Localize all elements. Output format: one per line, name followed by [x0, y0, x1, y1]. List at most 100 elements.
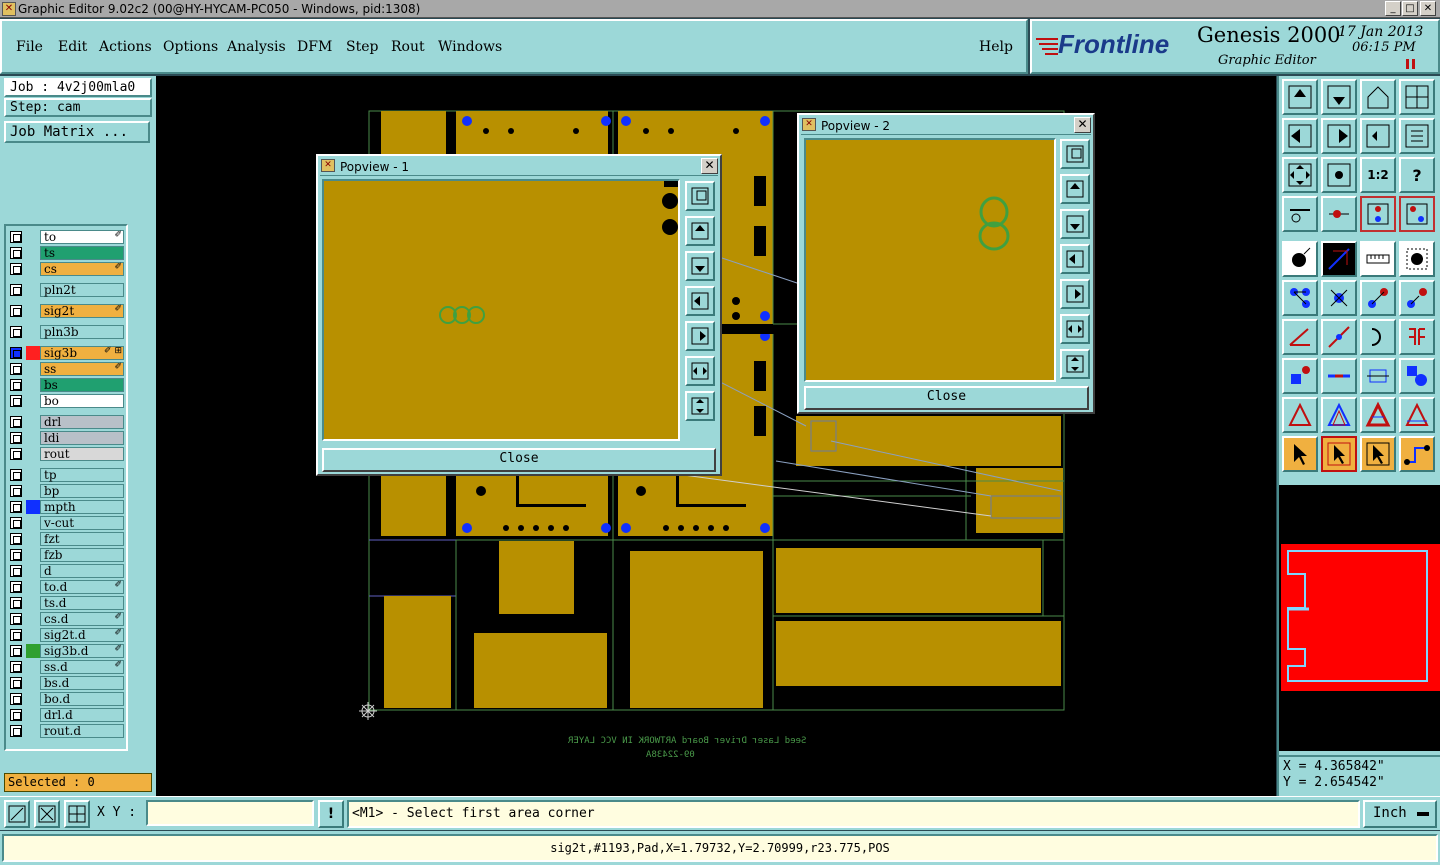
layer-row-bo.d[interactable]: bo.d — [8, 692, 126, 706]
measure-distance-icon[interactable] — [1360, 358, 1396, 394]
layer-name[interactable]: drl.d — [40, 708, 124, 722]
layer-row-mpth[interactable]: mpth — [8, 500, 126, 514]
close-window-button[interactable]: ✕ — [1420, 1, 1436, 16]
layer-name[interactable]: bo — [40, 394, 124, 408]
layer-name[interactable]: cs — [40, 262, 124, 276]
layer-checkbox[interactable] — [10, 677, 22, 689]
job-matrix-button[interactable]: Job Matrix ... — [4, 121, 150, 143]
layer-checkbox[interactable] — [10, 263, 22, 275]
layer-name[interactable]: d — [40, 564, 124, 578]
layer-row-ts.d[interactable]: ts.d — [8, 596, 126, 610]
connect-nodes-icon[interactable] — [1282, 280, 1318, 316]
popview-1-pan-right-icon[interactable] — [685, 321, 715, 351]
layer-row-rout[interactable]: rout — [8, 447, 126, 461]
triangle-blue-icon[interactable] — [1321, 397, 1357, 433]
popview-1-fit-vertical-icon[interactable] — [685, 391, 715, 421]
pad-select-icon[interactable] — [1282, 358, 1318, 394]
line-split-icon[interactable] — [1321, 358, 1357, 394]
layer-row-fzb[interactable]: fzb — [8, 548, 126, 562]
mirror-icon[interactable] — [1360, 118, 1396, 154]
popview-2-window[interactable]: Popview - 2 ✕ ✕ Close — [797, 113, 1095, 414]
angle-icon[interactable] — [1282, 319, 1318, 355]
ruler-icon[interactable] — [1360, 241, 1396, 277]
extend-node-icon[interactable] — [1399, 280, 1435, 316]
pointer-box-icon[interactable] — [1360, 436, 1396, 472]
layer-checkbox[interactable] — [10, 247, 22, 259]
menu-analysis[interactable]: Analysis — [227, 39, 286, 55]
layer-row-sig3b[interactable]: sig3b ✐ ⊞ — [8, 346, 126, 360]
layer-name[interactable]: pln3b — [40, 325, 124, 339]
layer-checkbox[interactable] — [10, 284, 22, 296]
layer-row-drl[interactable]: drl — [8, 415, 126, 429]
menu-dfm[interactable]: DFM — [297, 39, 332, 55]
layer-checkbox[interactable] — [10, 363, 22, 375]
layer-checkbox[interactable] — [10, 469, 22, 481]
add-feature-icon[interactable] — [1282, 241, 1318, 277]
popview-2-zoom-icon[interactable] — [1060, 139, 1090, 169]
shapes-icon[interactable] — [1399, 358, 1435, 394]
layer-row-bs.d[interactable]: bs.d — [8, 676, 126, 690]
warning-button[interactable]: ! — [318, 800, 344, 828]
popview-2-pan-up-icon[interactable] — [1060, 174, 1090, 204]
layer-name[interactable]: ss — [40, 362, 124, 376]
xy-input[interactable] — [146, 800, 314, 826]
layer-checkbox[interactable] — [10, 501, 22, 513]
layer-row-ss[interactable]: ss ✐ — [8, 362, 126, 376]
menu-windows[interactable]: Windows — [438, 39, 502, 55]
layer-checkbox[interactable] — [10, 661, 22, 673]
menu-rout[interactable]: Rout — [391, 39, 425, 55]
layer-name[interactable]: ss.d — [40, 660, 124, 674]
route-icon[interactable] — [1399, 436, 1435, 472]
layer-row-tp[interactable]: tp — [8, 468, 126, 482]
layer-row-sig3b.d[interactable]: sig3b.d ✐ — [8, 644, 126, 658]
grid-icon[interactable] — [64, 800, 90, 828]
layer-name[interactable]: bp — [40, 484, 124, 498]
measure-tools-icon[interactable] — [1282, 196, 1318, 232]
layer-checkbox[interactable] — [10, 326, 22, 338]
layer-checkbox[interactable] — [10, 517, 22, 529]
layer-checkbox[interactable] — [10, 581, 22, 593]
layer-checkbox[interactable] — [10, 629, 22, 641]
menu-file[interactable]: File — [16, 39, 43, 55]
menu-options[interactable]: Options — [163, 39, 218, 55]
layer-row-rout.d[interactable]: rout.d — [8, 724, 126, 738]
layer-checkbox[interactable] — [10, 485, 22, 497]
popview-2-pan-left-icon[interactable] — [1060, 244, 1090, 274]
layer-name[interactable]: sig2t.d — [40, 628, 124, 642]
layer-row-ts[interactable]: ts — [8, 246, 126, 260]
layer-checkbox[interactable] — [10, 432, 22, 444]
pan-right-icon[interactable] — [1321, 118, 1357, 154]
pad-icon[interactable] — [1399, 241, 1435, 277]
redraw-icon[interactable] — [1399, 118, 1435, 154]
popview-2-close-button[interactable]: Close — [804, 386, 1089, 410]
triangle-icon[interactable] — [1282, 397, 1318, 433]
snap-icon[interactable] — [1321, 196, 1357, 232]
popview-1-zoom-icon[interactable] — [685, 181, 715, 211]
slope-icon[interactable] — [1321, 319, 1357, 355]
layer-name[interactable]: rout — [40, 447, 124, 461]
layer-name[interactable]: v-cut — [40, 516, 124, 530]
minimize-button[interactable]: _ — [1385, 1, 1401, 16]
layer-name[interactable]: sig3b.d — [40, 644, 124, 658]
layer-row-pln3b[interactable]: pln3b — [8, 325, 126, 339]
layer-name[interactable]: ts.d — [40, 596, 124, 610]
popview-1-window[interactable]: Popview - 1 ✕ ✕ Close — [316, 154, 722, 476]
triangle-fill-icon[interactable] — [1360, 397, 1396, 433]
layer-row-drl.d[interactable]: drl.d — [8, 708, 126, 722]
zoom-down-icon[interactable] — [1321, 79, 1357, 115]
layer-checkbox[interactable] — [10, 613, 22, 625]
popview-1-fit-horizontal-icon[interactable] — [685, 356, 715, 386]
layer-row-sig2t.d[interactable]: sig2t.d ✐ — [8, 628, 126, 642]
layer-name[interactable]: bo.d — [40, 692, 124, 706]
popview-2-pan-down-icon[interactable] — [1060, 209, 1090, 239]
layer-checkbox[interactable] — [10, 533, 22, 545]
layer-name[interactable]: ldi — [40, 431, 124, 445]
layer-checkbox[interactable] — [10, 347, 22, 359]
pointer-select-icon[interactable] — [1321, 436, 1357, 472]
layer-name[interactable]: pln2t — [40, 283, 124, 297]
layer-name[interactable]: sig2t — [40, 304, 124, 318]
popview-1-pan-down-icon[interactable] — [685, 251, 715, 281]
layer-name[interactable]: fzt — [40, 532, 124, 546]
layer-checkbox[interactable] — [10, 693, 22, 705]
popview-1-close-icon[interactable]: ✕ — [701, 158, 718, 174]
